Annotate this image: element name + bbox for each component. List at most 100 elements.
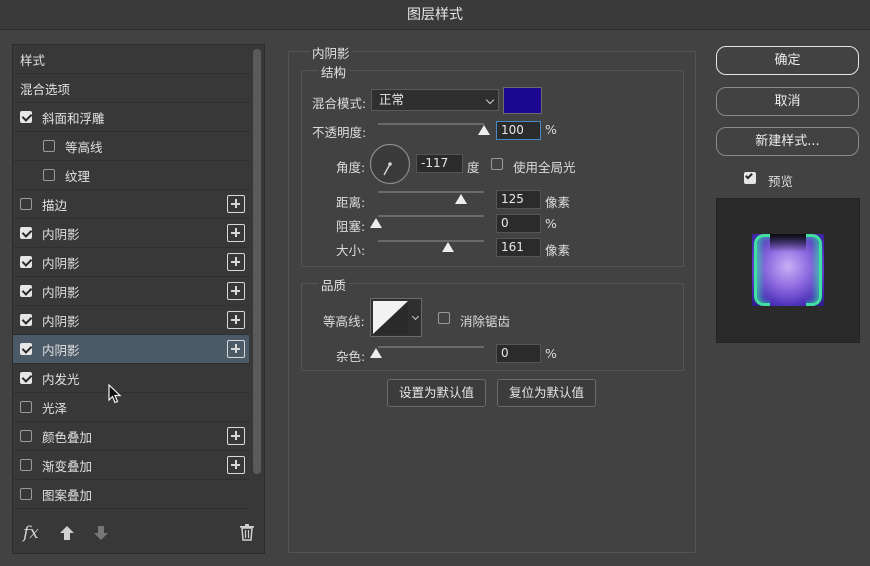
size-slider-track[interactable] — [378, 240, 484, 242]
styles-scrollbar[interactable] — [253, 49, 261, 474]
style-item-label: 描边 — [42, 197, 68, 213]
style-item[interactable]: 内阴影 — [13, 335, 249, 364]
move-down-icon[interactable] — [93, 525, 109, 541]
style-item-checkbox[interactable] — [20, 198, 32, 210]
distance-slider-thumb[interactable] — [455, 194, 467, 204]
noise-input[interactable]: 0 — [496, 344, 541, 363]
check-icon — [745, 171, 753, 180]
style-item-checkbox[interactable] — [43, 140, 55, 152]
style-item[interactable]: 光泽 — [13, 393, 249, 422]
style-item[interactable]: 内阴影 — [13, 248, 249, 277]
blend-mode-value: 正常 — [379, 92, 405, 107]
style-item-label: 颜色叠加 — [42, 429, 93, 445]
style-item-checkbox[interactable] — [20, 111, 32, 123]
style-item[interactable]: 混合选项 — [13, 74, 249, 103]
add-style-icon[interactable] — [227, 253, 245, 271]
style-item-label: 内阴影 — [42, 255, 80, 271]
style-item[interactable]: 样式 — [13, 45, 249, 74]
style-item[interactable]: 图案叠加 — [13, 480, 249, 509]
style-item[interactable]: 描边 — [13, 190, 249, 219]
style-item-checkbox[interactable] — [20, 488, 32, 500]
make-default-button[interactable]: 设置为默认值 — [387, 379, 486, 407]
noise-slider-thumb[interactable] — [370, 348, 382, 358]
style-item[interactable]: 内阴影 — [13, 306, 249, 335]
contour-picker[interactable] — [370, 298, 422, 337]
style-item-checkbox[interactable] — [20, 401, 32, 413]
style-item-checkbox[interactable] — [20, 285, 32, 297]
styles-panel: 样式 混合选项 斜面和浮雕 等高线 纹理 描边 内阴影 内阴影 内阴影 内阴影 内阴影 内发光 光泽 颜色… — [12, 44, 265, 554]
style-item-checkbox[interactable] — [43, 169, 55, 181]
style-item-checkbox[interactable] — [20, 459, 32, 471]
add-style-icon[interactable] — [227, 195, 245, 213]
preview-area — [716, 198, 860, 343]
style-item[interactable]: 等高线 — [13, 132, 249, 161]
thumbnail-glow-right — [806, 234, 822, 306]
contour-chevron-icon — [411, 312, 420, 321]
add-style-icon[interactable] — [227, 224, 245, 242]
style-item[interactable]: 斜面和浮雕 — [13, 103, 249, 132]
style-item[interactable]: 纹理 — [13, 161, 249, 190]
move-up-icon[interactable] — [59, 525, 75, 541]
distance-slider-track[interactable] — [378, 191, 484, 193]
fx-icon[interactable]: fx — [23, 523, 39, 543]
style-item-checkbox[interactable] — [20, 256, 32, 268]
choke-input[interactable]: 0 — [496, 214, 541, 233]
new-style-button[interactable]: 新建样式... — [716, 127, 859, 156]
angle-dial[interactable] — [369, 143, 411, 185]
style-item[interactable]: 内阴影 — [13, 277, 249, 306]
noise-unit: % — [545, 346, 557, 361]
style-item[interactable]: 内阴影 — [13, 219, 249, 248]
style-item-checkbox[interactable] — [20, 343, 32, 355]
size-label: 大小: — [336, 243, 366, 258]
opacity-slider-track[interactable] — [378, 123, 484, 125]
style-item-label: 内阴影 — [42, 284, 80, 300]
choke-slider-track[interactable] — [378, 215, 484, 217]
global-light-checkbox[interactable] — [491, 158, 503, 170]
angle-input[interactable]: -117 — [416, 154, 463, 173]
style-item-checkbox[interactable] — [20, 372, 32, 384]
reset-default-button[interactable]: 复位为默认值 — [497, 379, 596, 407]
style-item-label: 内阴影 — [42, 226, 80, 242]
ok-button[interactable]: 确定 — [716, 46, 859, 75]
add-style-icon[interactable] — [227, 282, 245, 300]
angle-label: 角度: — [336, 160, 366, 175]
opacity-unit: % — [545, 122, 557, 137]
style-item[interactable]: 内发光 — [13, 364, 249, 393]
add-style-icon[interactable] — [227, 427, 245, 445]
distance-input[interactable]: 125 — [496, 190, 541, 209]
style-item-label: 混合选项 — [20, 81, 71, 97]
size-unit: 像素 — [545, 243, 571, 258]
choke-slider-thumb[interactable] — [370, 218, 382, 228]
anti-alias-checkbox[interactable] — [438, 312, 450, 324]
thumbnail-glow-left — [754, 234, 770, 306]
opacity-label: 不透明度: — [312, 125, 367, 140]
anti-alias-label: 消除锯齿 — [460, 314, 511, 329]
preview-checkbox[interactable] — [744, 171, 756, 184]
opacity-input[interactable]: 100 — [496, 121, 541, 140]
contour-preview-icon — [373, 301, 408, 334]
style-item-checkbox[interactable] — [20, 430, 32, 442]
blend-mode-select[interactable]: 正常 — [371, 89, 499, 111]
add-style-icon[interactable] — [227, 311, 245, 329]
style-item-label: 样式 — [20, 52, 46, 68]
style-item-label: 斜面和浮雕 — [42, 110, 105, 126]
add-style-icon[interactable] — [227, 456, 245, 474]
opacity-slider-thumb[interactable] — [478, 125, 490, 135]
blend-mode-label: 混合模式: — [312, 96, 367, 111]
style-item-label: 内阴影 — [42, 313, 80, 329]
mouse-cursor-icon — [108, 384, 122, 404]
trash-icon[interactable] — [239, 523, 255, 541]
noise-slider-track[interactable] — [378, 346, 484, 348]
size-input[interactable]: 161 — [496, 238, 541, 257]
style-item-checkbox[interactable] — [20, 227, 32, 239]
shadow-color-swatch[interactable] — [503, 87, 542, 114]
inner-shadow-title: 内阴影 — [310, 43, 352, 62]
size-slider-thumb[interactable] — [442, 242, 454, 252]
add-style-icon[interactable] — [227, 340, 245, 358]
style-item[interactable]: 颜色叠加 — [13, 422, 249, 451]
style-item[interactable]: 渐变叠加 — [13, 451, 249, 480]
contour-label: 等高线: — [323, 314, 365, 329]
style-item-checkbox[interactable] — [20, 314, 32, 326]
cancel-button[interactable]: 取消 — [716, 87, 859, 116]
angle-unit: 度 — [467, 160, 480, 175]
